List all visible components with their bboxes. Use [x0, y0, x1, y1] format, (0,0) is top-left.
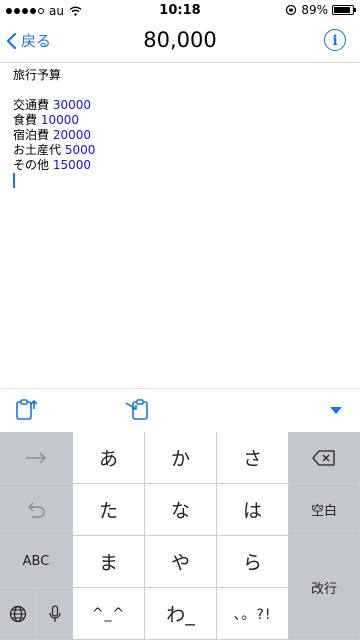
backspace-icon — [312, 449, 335, 466]
info-icon[interactable]: i — [324, 29, 346, 51]
battery-level — [334, 7, 350, 13]
undo-key[interactable] — [0, 484, 73, 536]
item-value: 30000 — [52, 98, 92, 112]
kana-key-na[interactable]: な — [145, 484, 217, 536]
kana-key-ha[interactable]: は — [217, 484, 289, 536]
keyboard-accessory-bar — [0, 388, 360, 433]
kana-key-a[interactable]: あ — [73, 432, 145, 484]
item-label: その他 — [13, 158, 50, 172]
item-value: 20000 — [52, 128, 92, 142]
budget-item: お土産代 5000 — [13, 143, 348, 158]
return-key[interactable]: 改行 — [289, 536, 360, 640]
budget-item: その他 15000 — [13, 158, 348, 173]
arrow-right-icon — [26, 452, 46, 463]
space-key[interactable]: 空白 — [289, 484, 360, 536]
copy-clipboard-icon[interactable] — [124, 397, 152, 423]
emoticon-key[interactable]: ^_^ — [73, 588, 145, 640]
item-value: 10000 — [40, 113, 80, 127]
paste-clipboard-icon[interactable] — [14, 397, 40, 423]
battery-percent: 89% — [301, 3, 328, 17]
navigation-bar: 戻る 80,000 i — [0, 22, 360, 63]
abc-mode-key[interactable]: ABC — [0, 536, 73, 588]
dismiss-keyboard-icon[interactable] — [330, 407, 342, 414]
punctuation-key[interactable]: 、。?! — [217, 588, 289, 640]
cursor-right-key[interactable] — [0, 432, 73, 484]
item-label: お土産代 — [13, 143, 62, 157]
status-right: 89% — [285, 3, 356, 17]
page-title: 80,000 — [143, 28, 217, 52]
item-value: 15000 — [52, 158, 92, 172]
kana-key-ka[interactable]: か — [145, 432, 217, 484]
item-label: 交通費 — [13, 98, 50, 112]
undo-icon — [28, 502, 45, 518]
budget-item: 食費 10000 — [13, 113, 348, 128]
kana-key-wa[interactable]: わ_ — [145, 588, 217, 640]
item-label: 宿泊費 — [13, 128, 50, 142]
japanese-kana-keyboard: ABC あ か さ た な は ま や ら ^_^ わ_ 、。?! 空白 改行 — [0, 432, 360, 640]
dictation-key[interactable] — [37, 588, 73, 640]
item-label: 食費 — [13, 113, 38, 127]
orientation-lock-icon — [286, 4, 297, 16]
globe-icon — [9, 605, 27, 622]
battery-icon — [332, 5, 356, 15]
kana-key-ta[interactable]: た — [73, 484, 145, 536]
budget-item: 宿泊費 20000 — [13, 128, 348, 143]
kana-key-ra[interactable]: ら — [217, 536, 289, 588]
item-value: 5000 — [64, 143, 96, 157]
memo-title: 旅行予算 — [13, 68, 62, 82]
budget-item: 交通費 30000 — [13, 98, 348, 113]
text-cursor — [13, 173, 15, 188]
kana-key-ya[interactable]: や — [145, 536, 217, 588]
kana-key-ma[interactable]: ま — [73, 536, 145, 588]
memo-text-area[interactable]: 旅行予算 交通費 30000 食費 10000 宿泊費 20000 お土産代 5… — [13, 68, 348, 188]
microphone-icon — [48, 604, 61, 622]
globe-key[interactable] — [0, 588, 37, 640]
status-bar: au 10:18 89% — [0, 0, 360, 22]
delete-key[interactable] — [289, 432, 360, 484]
kana-key-sa[interactable]: さ — [217, 432, 289, 484]
